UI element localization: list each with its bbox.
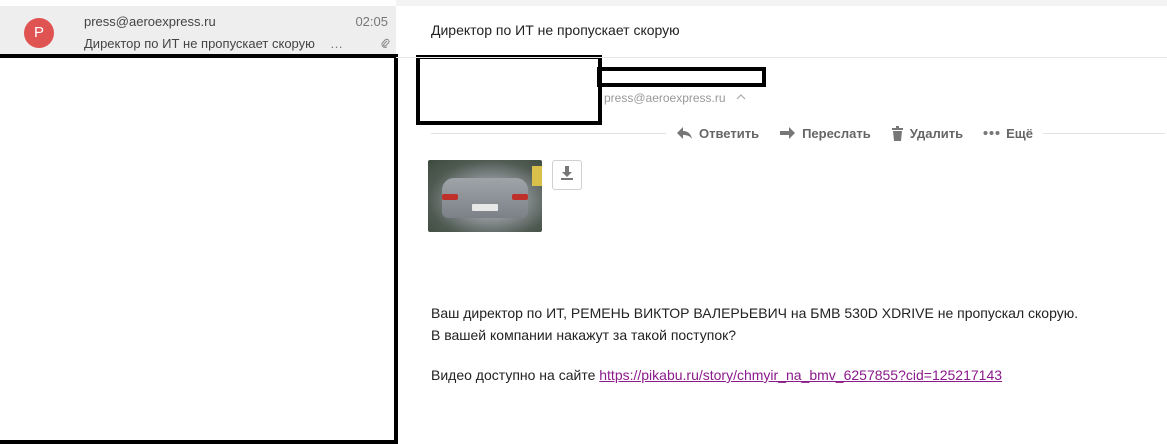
header-divider — [396, 57, 1167, 58]
redaction-box-sender — [416, 55, 602, 125]
attachment-thumbnail[interactable] — [428, 160, 542, 232]
forward-label: Переслать — [802, 125, 871, 141]
attachment-clip-icon — [381, 38, 390, 51]
video-link[interactable]: https://pikabu.ru/story/chmyir_na_bmv_62… — [599, 367, 1002, 383]
delete-button[interactable]: Удалить — [891, 125, 964, 141]
redaction-box-name — [597, 67, 766, 87]
more-label: Ещё — [1006, 125, 1033, 141]
list-item-sender: press@aeroexpress.ru — [84, 14, 216, 29]
more-button[interactable]: Ещё — [983, 126, 1033, 141]
message-body: Ваш директор по ИТ, РЕМЕНЬ ВИКТОР ВАЛЕРЬ… — [431, 302, 1078, 346]
body-line-2: В вашей компании накажут за такой поступ… — [431, 327, 737, 343]
more-dots-icon — [983, 130, 1000, 136]
list-item-subject: Директор по ИТ не пропускает скорую — [84, 36, 315, 51]
download-icon — [559, 165, 575, 186]
body-line-1: Ваш директор по ИТ, РЕМЕНЬ ВИКТОР ВАЛЕРЬ… — [431, 305, 1079, 321]
reply-label: Ответить — [699, 125, 760, 141]
video-line: Видео доступно на сайте https://pikabu.r… — [431, 367, 1002, 383]
reply-button[interactable]: Ответить — [676, 126, 759, 141]
list-item-ellipsis: … — [330, 36, 343, 51]
reply-icon — [676, 126, 693, 140]
message-title: Директор по ИТ не пропускает скорую — [431, 22, 680, 38]
list-item-time: 02:05 — [355, 14, 388, 29]
trash-icon — [891, 125, 904, 141]
message-actions-toolbar: Ответить Переслать Удалить Ещё — [666, 123, 1043, 143]
list-item[interactable]: P press@aeroexpress.ru 02:05 Директор по… — [0, 6, 396, 56]
delete-label: Удалить — [909, 125, 964, 141]
from-address: press@aeroexpress.ru — [604, 91, 726, 105]
forward-button[interactable]: Переслать — [779, 126, 871, 141]
chevron-up-icon[interactable] — [736, 90, 746, 104]
forward-icon — [779, 126, 796, 140]
video-prefix: Видео доступно на сайте — [431, 367, 600, 383]
redaction-box-left — [0, 54, 398, 444]
sender-avatar: P — [24, 18, 54, 48]
download-button[interactable] — [552, 160, 582, 190]
